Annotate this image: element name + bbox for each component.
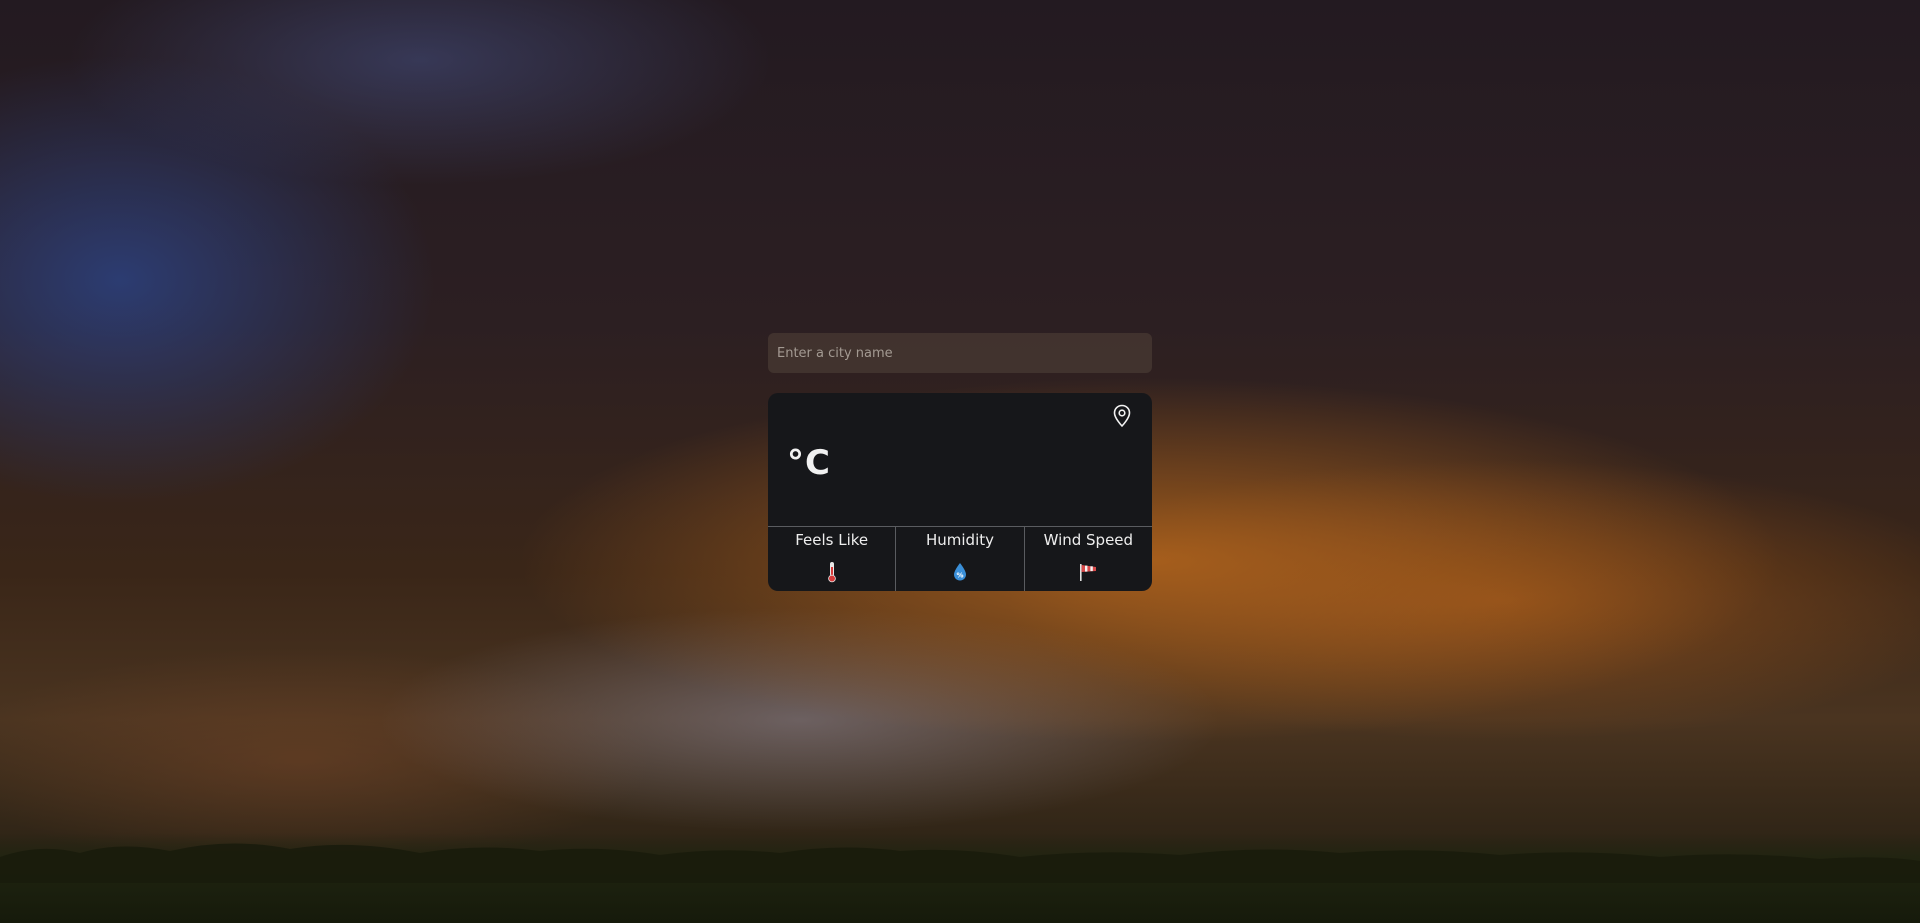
water-drop-percent-icon: % bbox=[948, 560, 972, 584]
svg-text:%: % bbox=[956, 572, 963, 580]
location-pin-icon[interactable] bbox=[1110, 403, 1134, 429]
stat-wind-speed: Wind Speed bbox=[1025, 527, 1152, 591]
temperature-value: °C bbox=[787, 443, 831, 483]
weather-card: °C Feels Like Humidity % Wind Speed bbox=[768, 393, 1152, 591]
city-search-input[interactable] bbox=[768, 333, 1152, 373]
stat-label-wind-speed: Wind Speed bbox=[1043, 531, 1134, 549]
stat-humidity: Humidity % bbox=[896, 527, 1025, 591]
stat-feels-like: Feels Like bbox=[768, 527, 897, 591]
search-container bbox=[768, 333, 1152, 373]
treeline-silhouette bbox=[0, 843, 1920, 883]
stat-label-humidity: Humidity bbox=[925, 531, 994, 549]
stat-label-feels-like: Feels Like bbox=[795, 531, 869, 549]
windsock-icon bbox=[1076, 560, 1100, 584]
thermometer-icon bbox=[820, 560, 844, 584]
background-landscape bbox=[0, 833, 1920, 923]
weather-stats: Feels Like Humidity % Wind Speed bbox=[768, 526, 1152, 591]
